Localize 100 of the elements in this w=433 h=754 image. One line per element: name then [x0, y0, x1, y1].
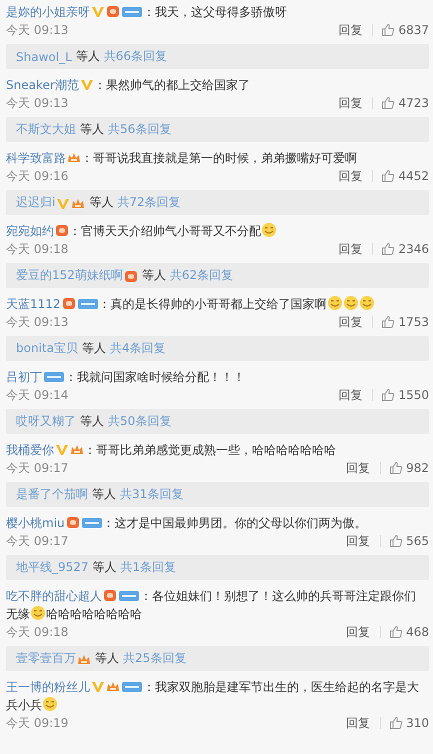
member-badge-icon — [118, 588, 140, 602]
reply-summary-bar[interactable]: 哎呀又糊了 等人 共50条回复 — [6, 409, 429, 434]
emoji-icon — [42, 696, 58, 712]
timestamp: 今天 09:14 — [6, 386, 70, 404]
reply-summary-bar[interactable]: 不斯文大姐 等人 共56条回复 — [6, 117, 429, 142]
reply-count-link[interactable]: 共4条回复 — [110, 340, 166, 357]
like-count: 4723 — [398, 96, 429, 110]
comment-text: ：哥哥说我直接就是第一的时候，弟弟撅嘴好可爱啊 — [81, 151, 357, 165]
others-label: 等人 — [92, 486, 116, 503]
comment-text: ：真的是长得帅的小哥哥都上交给了国家啊 — [98, 297, 327, 311]
user-name-link[interactable]: 吕初丁 — [6, 370, 42, 384]
thumbs-up-icon[interactable] — [389, 534, 404, 548]
reply-count-link[interactable]: 共66条回复 — [104, 48, 168, 65]
thumbs-up-icon[interactable] — [381, 388, 396, 402]
like-count: 310 — [406, 716, 429, 730]
reply-button[interactable]: 回复 — [346, 624, 370, 640]
thumbs-up-icon[interactable] — [389, 625, 404, 639]
comment-text: 无缘 — [6, 607, 30, 621]
user-name-link[interactable]: Sneaker潮范 — [6, 78, 79, 92]
user-name-link[interactable]: 樱小桃miu — [6, 516, 65, 530]
replier-name[interactable]: 迟迟归i — [16, 194, 56, 211]
member-badge-icon — [76, 296, 99, 310]
replier-name[interactable]: 壹零壹百万 — [16, 650, 76, 667]
comment-text: ：果然帅气的都上交给国家了 — [94, 78, 250, 92]
member-badge-icon — [121, 679, 143, 693]
reply-count-link[interactable]: 共62条回复 — [170, 267, 234, 284]
replier-name[interactable]: 哎呀又糊了 — [16, 413, 76, 430]
member-badge-icon — [121, 4, 143, 18]
fan-badge-icon — [106, 4, 120, 18]
comment-text: ：各位姐妹们！别想了！这么帅的兵哥哥注定跟你们 — [140, 589, 416, 603]
user-name-link[interactable]: 天蓝1112 — [6, 297, 61, 311]
reply-button[interactable]: 回复 — [338, 386, 362, 404]
fan-badge-icon — [66, 515, 80, 529]
others-label: 等人 — [80, 413, 104, 430]
timestamp: 今天 09:13 — [6, 94, 70, 112]
timestamp: 今天 09:19 — [6, 714, 70, 732]
reply-count-link[interactable]: 共72条回复 — [117, 194, 181, 211]
thumbs-up-icon[interactable] — [389, 716, 404, 730]
reply-button[interactable]: 回复 — [338, 314, 362, 330]
comment-text: 兵小兵 — [6, 698, 42, 712]
replier-name[interactable]: 爱豆的152萌妹纸啊 — [16, 267, 123, 284]
user-name-link[interactable]: 宛宛如约 — [6, 224, 54, 238]
reply-count-link[interactable]: 共56条回复 — [108, 121, 172, 138]
reply-count-link[interactable]: 共25条回复 — [123, 650, 186, 667]
user-name-link[interactable]: 科学致富路 — [6, 151, 66, 165]
reply-summary-bar[interactable]: 壹零壹百万 等人 共25条回复 — [6, 646, 429, 671]
user-name-link[interactable]: 我桶爱你 — [6, 443, 54, 457]
others-label: 等人 — [89, 194, 114, 211]
thumbs-up-icon[interactable] — [381, 96, 396, 110]
thumbs-up-icon[interactable] — [381, 315, 396, 329]
comment-text: ：哥哥比弟弟感觉更成熟一些，哈哈哈哈哈哈哈 — [84, 443, 336, 457]
emoji-icon — [30, 605, 46, 621]
comment-text: ：这才是中国最帅男团。你的父母以你们两为傲。 — [102, 516, 367, 530]
emoji-icon — [342, 295, 359, 311]
replier-name[interactable]: Shawol_L — [16, 50, 72, 64]
like-count: 6837 — [398, 23, 429, 37]
thumbs-up-icon[interactable] — [381, 169, 396, 183]
reply-summary-bar[interactable]: 迟迟归i 等人 共72条回复 — [6, 190, 429, 215]
user-name-link[interactable]: 是妳的小姐亲呀 — [6, 5, 90, 19]
like-count: 4452 — [398, 169, 429, 183]
like-count: 1550 — [398, 388, 429, 402]
reply-button[interactable]: 回复 — [338, 94, 362, 112]
like-count: 468 — [406, 625, 429, 639]
reply-button[interactable]: 回复 — [338, 22, 362, 38]
replier-name[interactable]: 是番了个茄啊 — [16, 486, 88, 503]
replier-name[interactable]: bonita宝贝 — [16, 340, 78, 357]
reply-button[interactable]: 回复 — [346, 460, 370, 476]
like-count: 2346 — [398, 242, 429, 256]
reply-summary-bar[interactable]: Shawol_L 等人 共66条回复 — [6, 44, 429, 69]
reply-summary-bar[interactable]: 是番了个茄啊 等人 共31条回复 — [6, 482, 429, 507]
comment-text: ：官博天天介绍帅气小哥哥又不分配 — [69, 224, 261, 238]
user-name-link[interactable]: 吃不胖的甜心超人 — [6, 589, 102, 603]
comment-text: 哈哈哈哈哈哈哈哈 — [46, 607, 142, 621]
comment-text: ：我天，这父母得多骄傲呀 — [143, 5, 287, 19]
thumbs-up-icon[interactable] — [389, 461, 404, 475]
fan-badge-icon — [103, 588, 117, 602]
reply-count-link[interactable]: 共50条回复 — [108, 413, 172, 430]
timestamp: 今天 09:13 — [6, 314, 70, 330]
others-label: 等人 — [95, 650, 119, 667]
comment-text: ：我家双胞胎是建军节出生的，医生给起的名字是大 — [143, 680, 419, 694]
member-badge-icon — [80, 515, 103, 529]
reply-button[interactable]: 回复 — [338, 168, 362, 184]
reply-summary-bar[interactable]: 地平线_9527 等人 共1条回复 — [6, 555, 429, 580]
thumbs-up-icon[interactable] — [381, 242, 396, 256]
like-count: 1753 — [398, 315, 429, 329]
replier-name[interactable]: 不斯文大姐 — [16, 121, 76, 138]
reply-summary-bar[interactable]: bonita宝贝 等人 共4条回复 — [6, 336, 429, 361]
reply-summary-bar[interactable]: 爱豆的152萌妹纸啊 等人 共62条回复 — [6, 263, 429, 288]
reply-button[interactable]: 回复 — [338, 240, 362, 258]
timestamp: 今天 09:18 — [6, 624, 70, 640]
reply-count-link[interactable]: 共1条回复 — [120, 559, 176, 576]
user-name-link[interactable]: 王一博的粉丝儿 — [6, 680, 90, 694]
timestamp: 今天 09:16 — [6, 168, 70, 184]
replier-name[interactable]: 地平线_9527 — [16, 559, 89, 576]
like-count: 565 — [406, 534, 429, 548]
reply-count-link[interactable]: 共31条回复 — [120, 486, 184, 503]
reply-button[interactable]: 回复 — [346, 532, 370, 550]
reply-button[interactable]: 回复 — [346, 714, 370, 732]
thumbs-up-icon[interactable] — [381, 23, 396, 37]
fan-badge-icon — [124, 268, 138, 282]
